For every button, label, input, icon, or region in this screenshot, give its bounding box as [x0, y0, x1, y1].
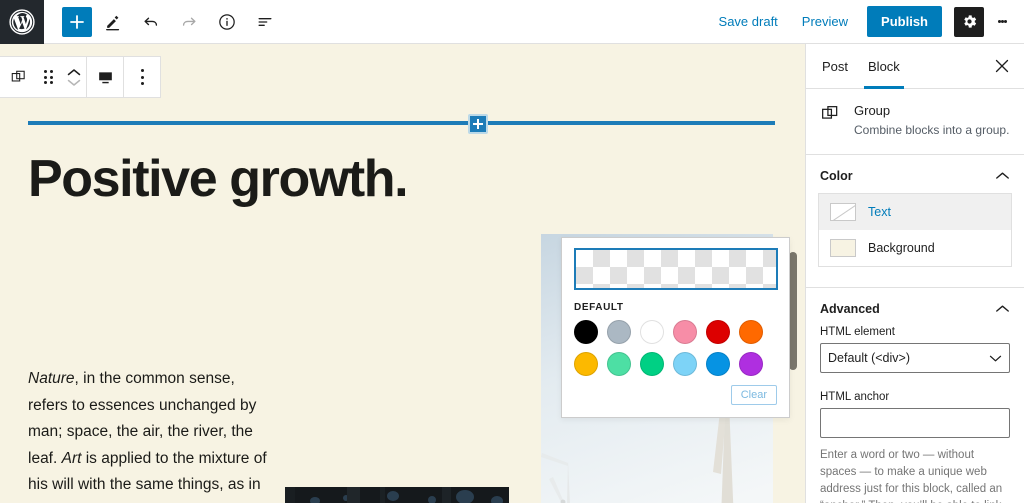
block-toolbar-primary-group: [0, 57, 86, 97]
text-color-chip: [830, 203, 856, 221]
block-card-description: Combine blocks into a group.: [854, 123, 1010, 137]
color-swatch-light-green-cyan[interactable]: [607, 352, 631, 376]
block-inserter-button[interactable]: [468, 114, 488, 134]
publish-button[interactable]: Publish: [867, 6, 942, 37]
html-element-label: HTML element: [820, 326, 895, 338]
close-icon: [995, 59, 1009, 73]
close-sidebar-button[interactable]: [986, 50, 1018, 82]
color-row-text[interactable]: Text: [819, 194, 1011, 230]
body-paragraph[interactable]: Nature, in the common sense, refers to e…: [28, 366, 268, 503]
chevron-down-icon: [67, 79, 81, 86]
color-swatch-white[interactable]: [640, 320, 664, 344]
editor-top-bar: Save draft Preview Publish: [0, 0, 1024, 44]
group-block-icon: [820, 103, 842, 129]
color-row-background-label: Background: [868, 241, 935, 255]
color-panel-header[interactable]: Color: [806, 155, 1024, 193]
transparent-color-swatch[interactable]: [574, 248, 778, 290]
undo-button[interactable]: [134, 5, 168, 39]
block-card-text: Group Combine blocks into a group.: [854, 103, 1010, 138]
group-block-icon-button[interactable]: [0, 57, 36, 97]
kebab-menu-icon: [140, 68, 144, 87]
color-swatch-vivid-purple[interactable]: [739, 352, 763, 376]
tab-post[interactable]: Post: [812, 44, 858, 89]
advanced-panel-title: Advanced: [820, 302, 880, 316]
block-mover-buttons[interactable]: [62, 57, 86, 97]
color-swatch-luminous-vivid-amber[interactable]: [574, 352, 598, 376]
align-full-width-icon-button[interactable]: [87, 57, 123, 97]
html-anchor-input[interactable]: [820, 408, 1010, 438]
add-block-button[interactable]: [62, 6, 92, 37]
kebab-menu-icon: [1003, 20, 1007, 23]
wordpress-logo-icon[interactable]: [0, 0, 44, 44]
html-anchor-help-text: Enter a word or two — without spaces — t…: [820, 449, 1003, 503]
html-anchor-label: HTML anchor: [820, 391, 890, 403]
canvas-scrollbar-thumb[interactable]: [789, 252, 797, 370]
list-view-button[interactable]: [248, 5, 282, 39]
settings-gear-button[interactable]: [954, 6, 984, 37]
html-element-select[interactable]: Default (<div>): [820, 343, 1010, 373]
block-toolbar: [0, 56, 161, 98]
color-options-list: Text Background: [818, 193, 1012, 267]
block-more-options-button[interactable]: [124, 57, 160, 97]
preview-button[interactable]: Preview: [791, 7, 859, 36]
page-title[interactable]: Positive growth.: [28, 152, 409, 207]
color-swatch-cyan-bluish-gray[interactable]: [607, 320, 631, 344]
color-row-text-label: Text: [868, 205, 891, 219]
redo-button[interactable]: [172, 5, 206, 39]
color-swatch-pale-pink[interactable]: [673, 320, 697, 344]
body-em-art: Art: [61, 449, 82, 467]
top-bar-left-tools: [44, 5, 282, 39]
edit-tool-button[interactable]: [96, 5, 130, 39]
background-color-chip: [830, 239, 856, 257]
chevron-up-icon: [996, 172, 1009, 179]
color-swatch-grid: [574, 320, 777, 376]
color-swatch-black[interactable]: [574, 320, 598, 344]
separator-block[interactable]: [28, 121, 775, 125]
color-section-label: DEFAULT: [574, 302, 624, 313]
block-card-title: Group: [854, 103, 891, 118]
block-card: Group Combine blocks into a group.: [806, 89, 1024, 155]
block-toolbar-align-group: [87, 57, 123, 97]
details-button[interactable]: [210, 5, 244, 39]
color-swatch-vivid-green-cyan[interactable]: [640, 352, 664, 376]
block-toolbar-more-group: [124, 57, 160, 97]
top-bar-right-actions: Save draft Preview Publish: [708, 5, 1024, 39]
tab-block[interactable]: Block: [858, 44, 910, 89]
html-element-select-wrap: Default (<div>): [806, 343, 1024, 373]
body-em-nature: Nature: [28, 370, 75, 387]
chevron-up-icon: [996, 305, 1009, 312]
more-options-button[interactable]: [988, 5, 1016, 39]
drag-handle-icon-button[interactable]: [36, 57, 62, 97]
forest-image[interactable]: [285, 487, 509, 503]
color-swatch-luminous-vivid-orange[interactable]: [739, 320, 763, 344]
color-row-background[interactable]: Background: [819, 230, 1011, 266]
block-settings-sidebar: Post Block Group Combine blocks into a g…: [805, 44, 1024, 503]
wordpress-block-editor: Save draft Preview Publish Positive grow…: [0, 0, 1024, 503]
clear-row: Clear: [574, 385, 777, 405]
color-panel-title: Color: [820, 169, 853, 183]
chevron-up-icon: [67, 68, 81, 75]
color-swatch-pale-cyan-blue[interactable]: [673, 352, 697, 376]
color-swatch-vivid-red[interactable]: [706, 320, 730, 344]
drag-handle-icon: [44, 70, 54, 84]
color-picker-popover: DEFAULT Clear: [561, 237, 790, 418]
clear-color-button[interactable]: Clear: [730, 385, 777, 405]
editor-canvas[interactable]: Positive growth. Nature, in the common s…: [0, 44, 805, 503]
color-swatch-vivid-cyan-blue[interactable]: [706, 352, 730, 376]
advanced-panel-header[interactable]: Advanced: [806, 288, 1024, 326]
sidebar-tabs: Post Block: [806, 44, 1024, 89]
save-draft-button[interactable]: Save draft: [708, 7, 789, 36]
